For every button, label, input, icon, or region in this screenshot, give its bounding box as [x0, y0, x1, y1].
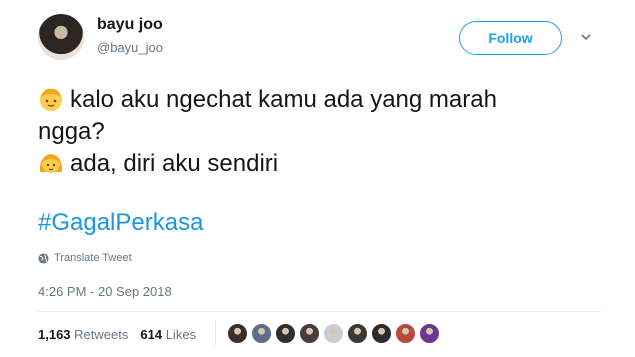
- hashtag-link[interactable]: #GagalPerkasa: [38, 209, 203, 237]
- tweet-text: kalo aku ngechat kamu ada yang marah ngg…: [38, 84, 598, 180]
- liker-avatar[interactable]: [323, 323, 344, 344]
- display-name[interactable]: bayu joo: [97, 16, 163, 34]
- likes-count: 614: [140, 327, 163, 342]
- liker-avatar[interactable]: [251, 323, 272, 344]
- likes-stat[interactable]: 614 Likes: [140, 327, 196, 342]
- retweets-count: 1,163: [38, 327, 71, 342]
- retweets-stat[interactable]: 1,163 Retweets: [38, 327, 128, 342]
- tweet-line-2: ada, diri aku sendiri: [38, 148, 598, 180]
- follow-button[interactable]: Follow: [459, 21, 562, 55]
- liker-avatar[interactable]: [419, 323, 440, 344]
- girl-emoji-icon: [39, 154, 63, 173]
- translate-tweet-link[interactable]: Translate Tweet: [38, 252, 132, 264]
- user-handle[interactable]: @bayu_joo: [97, 40, 163, 55]
- tweet-timestamp[interactable]: 4:26 PM - 20 Sep 2018: [38, 284, 172, 299]
- retweets-label: Retweets: [74, 327, 129, 342]
- tweet-line-2-text: ada, diri aku sendiri: [70, 150, 279, 177]
- translate-label: Translate Tweet: [54, 252, 132, 264]
- boy-emoji-icon: [40, 88, 62, 111]
- stats-separator: [215, 320, 216, 346]
- globe-icon: [38, 252, 49, 264]
- tweet-line-1-text: kalo aku ngechat kamu ada yang marah: [70, 86, 497, 113]
- liker-avatar[interactable]: [299, 323, 320, 344]
- liker-avatar[interactable]: [227, 323, 248, 344]
- tweet-line-1-cont: ngga?: [38, 118, 105, 145]
- chevron-down-icon[interactable]: [581, 32, 591, 42]
- tweet-stats: 1,163 Retweets 614 Likes: [38, 327, 196, 342]
- liker-avatars: [227, 323, 440, 344]
- tweet-line-1: kalo aku ngechat kamu ada yang marah: [38, 84, 598, 116]
- liker-avatar[interactable]: [395, 323, 416, 344]
- liker-avatar[interactable]: [371, 323, 392, 344]
- likes-label: Likes: [165, 327, 197, 342]
- liker-avatar[interactable]: [275, 323, 296, 344]
- liker-avatar[interactable]: [347, 323, 368, 344]
- user-avatar[interactable]: [38, 14, 84, 60]
- divider-top: [38, 311, 601, 312]
